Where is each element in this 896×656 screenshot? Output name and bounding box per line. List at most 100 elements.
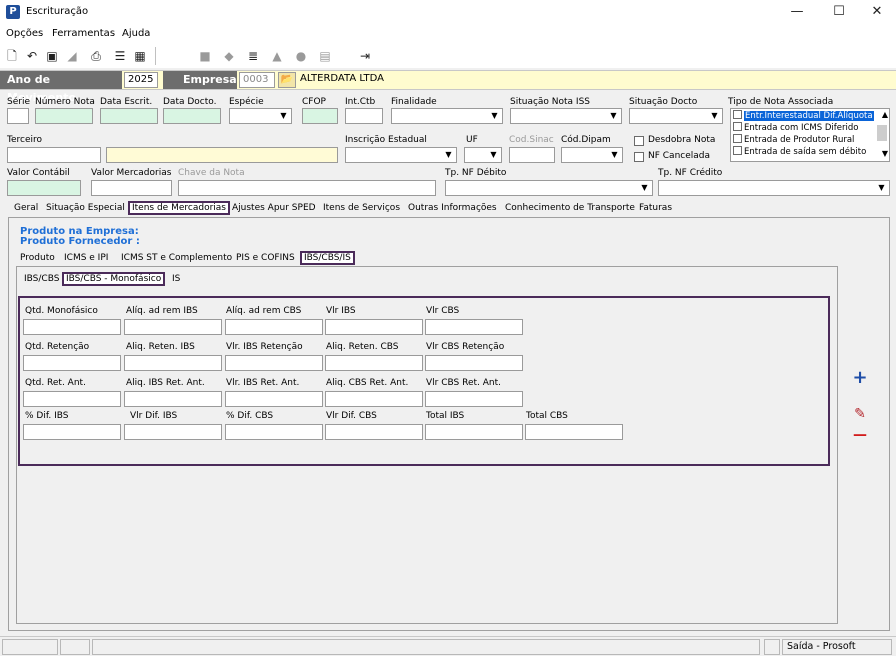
minimize-button[interactable]: — (782, 2, 812, 22)
scroll-down-icon[interactable]: ▼ (882, 149, 888, 158)
terceiro-code-input[interactable] (7, 147, 101, 163)
vlr-ibs-ret-ant-input[interactable] (225, 391, 323, 407)
folder-icon[interactable]: ■ (196, 47, 214, 65)
aliq-reten-ibs-input[interactable] (124, 355, 222, 371)
list-item[interactable]: Entr.Interestadual Dif.Alíquota (733, 110, 874, 122)
terceiro-name-input[interactable] (106, 147, 338, 163)
nf-cancelada-checkbox[interactable] (634, 152, 644, 162)
aliq-ad-rem-ibs-input[interactable] (124, 319, 222, 335)
tab-itens-mercadorias[interactable]: Itens de Mercadorias (128, 201, 230, 215)
tab-situacao-especial[interactable]: Situação Especial (44, 201, 127, 215)
tp-nf-debito-select[interactable]: ▼ (445, 180, 653, 196)
vlr-cbs-ret-ant-input[interactable] (425, 391, 523, 407)
list-item[interactable]: Entrada de Produtor Rural (733, 134, 854, 146)
tipo-nota-listbox[interactable]: Entr.Interestadual Dif.Alíquota Entrada … (730, 108, 890, 162)
vlr-cbs-retencao-input[interactable] (425, 355, 523, 371)
total-ibs-input[interactable] (425, 424, 523, 440)
data-docto-input[interactable] (163, 108, 221, 124)
list-item[interactable]: Entrada de saída sem débito (733, 146, 866, 158)
exit-icon[interactable]: ⇥ (356, 47, 374, 65)
tree-icon[interactable]: ☰ (111, 47, 129, 65)
qtd-ret-ant-input[interactable] (23, 391, 121, 407)
open-folder-icon[interactable]: 📂 (278, 72, 296, 88)
menu-ajuda[interactable]: Ajuda (122, 28, 150, 39)
checkbox[interactable] (733, 146, 742, 155)
qtd-retencao-input[interactable] (23, 355, 121, 371)
tab-ibs-cbs-is[interactable]: IBS/CBS/IS (300, 251, 355, 265)
checkbox[interactable] (733, 110, 742, 119)
produto-fornecedor-label: Produto Fornecedor : (20, 236, 140, 247)
tab-outras-informacoes[interactable]: Outras Informações (406, 201, 499, 215)
folder-gear-icon[interactable]: ◆ (220, 47, 238, 65)
perc-dif-ibs-input[interactable] (23, 424, 121, 440)
qtd-monofasico-input[interactable] (23, 319, 121, 335)
vlr-dif-cbs-input[interactable] (325, 424, 423, 440)
list-item[interactable]: Entrada com ICMS Diferido (733, 122, 858, 134)
list-icon[interactable]: ▤ (316, 47, 334, 65)
vlr-ibs-input[interactable] (325, 319, 423, 335)
save-icon[interactable]: ▣ (43, 47, 61, 65)
situacao-nota-iss-select[interactable]: ▼ (510, 108, 622, 124)
cod-sinac-input[interactable] (509, 147, 555, 163)
finalidade-select[interactable]: ▼ (391, 108, 503, 124)
vlr-ibs-retencao-input[interactable] (225, 355, 323, 371)
uf-select[interactable]: ▼ (464, 147, 502, 163)
erase-icon[interactable]: ◢ (63, 47, 81, 65)
tab-produto[interactable]: Produto (18, 251, 57, 265)
menu-ferramentas[interactable]: Ferramentas (52, 28, 115, 39)
cod-dipam-select[interactable]: ▼ (561, 147, 623, 163)
tab-ajustes-apur-sped[interactable]: Ajustes Apur SPED (230, 201, 318, 215)
cfop-input[interactable] (302, 108, 338, 124)
close-button[interactable]: ✕ (862, 2, 892, 22)
scrollbar-thumb[interactable] (877, 125, 887, 141)
data-escrit-input[interactable] (100, 108, 158, 124)
preview-icon[interactable]: ⎙ (87, 47, 105, 65)
vlr-dif-ibs-input[interactable] (124, 424, 222, 440)
remove-button[interactable]: — (849, 425, 871, 445)
checkbox[interactable] (733, 122, 742, 131)
int-ctb-input[interactable] (345, 108, 383, 124)
desdobra-nota-checkbox[interactable] (634, 136, 644, 146)
valor-contabil-input[interactable] (7, 180, 81, 196)
ano-movimento-input[interactable]: 2025 (124, 72, 158, 88)
menu-opcoes[interactable]: Opções (6, 28, 43, 39)
tab-icms-st-complemento[interactable]: ICMS ST e Complemento (119, 251, 234, 265)
tp-nf-credito-select[interactable]: ▼ (658, 180, 890, 196)
add-button[interactable]: + (849, 368, 871, 388)
aliq-cbs-ret-ant-input[interactable] (325, 391, 423, 407)
perc-dif-cbs-input[interactable] (225, 424, 323, 440)
aliq-reten-cbs-input[interactable] (325, 355, 423, 371)
serie-input[interactable] (7, 108, 29, 124)
vlr-cbs-input[interactable] (425, 319, 523, 335)
empresa-code-input[interactable]: 0003 (239, 72, 275, 88)
maximize-button[interactable]: ☐ (824, 2, 854, 22)
chave-nota-input[interactable] (178, 180, 436, 196)
calculator-icon[interactable]: ▦ (131, 47, 149, 65)
total-cbs-input[interactable] (525, 424, 623, 440)
aliq-ad-rem-cbs-input[interactable] (225, 319, 323, 335)
qtd-monofasico-label: Qtd. Monofásico (25, 306, 98, 316)
tab-conhecimento-transporte[interactable]: Conhecimento de Transporte (503, 201, 637, 215)
tab-pis-cofins[interactable]: PIS e COFINS (234, 251, 297, 265)
checkbox[interactable] (733, 134, 742, 143)
tab-ibs-cbs-monofasico[interactable]: IBS/CBS - Monofásico (62, 272, 166, 286)
tab-icms-ipi[interactable]: ICMS e IPI (62, 251, 110, 265)
scroll-up-icon[interactable]: ▲ (882, 110, 888, 119)
inscricao-estadual-select[interactable]: ▼ (345, 147, 457, 163)
edit-button[interactable]: ✎ (849, 404, 871, 424)
house-icon[interactable]: ▲ (268, 47, 286, 65)
people-icon[interactable]: ● (292, 47, 310, 65)
aliq-ibs-ret-ant-input[interactable] (124, 391, 222, 407)
undo-icon[interactable]: ↶ (23, 47, 41, 65)
new-icon[interactable]: 🗋 (3, 47, 21, 65)
document-icon[interactable]: ≣ (244, 47, 262, 65)
situacao-docto-select[interactable]: ▼ (629, 108, 723, 124)
tab-ibs-cbs[interactable]: IBS/CBS (22, 272, 61, 286)
tab-itens-servicos[interactable]: Itens de Serviços (321, 201, 402, 215)
tab-faturas[interactable]: Faturas (637, 201, 674, 215)
numero-nota-input[interactable] (35, 108, 93, 124)
tab-is[interactable]: IS (170, 272, 182, 286)
especie-select[interactable]: ▼ (229, 108, 292, 124)
valor-mercadorias-input[interactable] (91, 180, 172, 196)
tab-geral[interactable]: Geral (12, 201, 40, 215)
